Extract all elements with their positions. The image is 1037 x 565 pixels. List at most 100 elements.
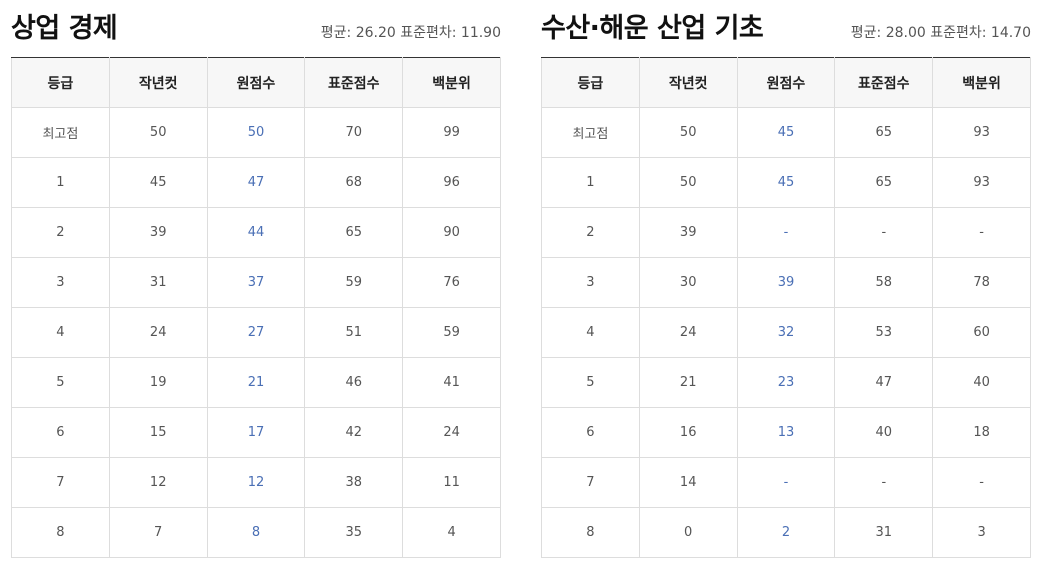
column-header-percentile: 백분위 <box>932 57 1031 108</box>
cell-standard-score: 65 <box>834 157 934 208</box>
cell-percentile: 96 <box>402 157 501 208</box>
column-header-raw-score: 원점수 <box>736 57 836 108</box>
panel-title: 상업 경제 <box>11 13 118 44</box>
cell-last-year-cut: 12 <box>108 457 208 508</box>
panel-title: 수산·해운 산업 기초 <box>541 13 764 44</box>
cell-standard-score: 65 <box>304 207 404 258</box>
cell-last-year-cut: 0 <box>638 507 738 558</box>
grade-panel-fisheries-shipping: 수산·해운 산업 기초 평균: 28.00 표준편차: 14.70 등급 작년컷 원… <box>541 0 1031 558</box>
cell-grade: 최고점 <box>11 107 110 158</box>
table-row: 5 21 23 47 40 <box>541 357 1031 408</box>
table-row: 4 24 27 51 59 <box>11 307 501 358</box>
table-row: 6 16 13 40 18 <box>541 407 1031 458</box>
cell-percentile: 93 <box>932 157 1031 208</box>
cell-standard-score: - <box>834 457 934 508</box>
cell-raw-score: 32 <box>736 307 836 358</box>
cell-percentile: 78 <box>932 257 1031 308</box>
cell-standard-score: 53 <box>834 307 934 358</box>
table-header: 등급 작년컷 원점수 표준점수 백분위 <box>11 57 501 108</box>
column-header-percentile: 백분위 <box>402 57 501 108</box>
cell-standard-score: 70 <box>304 107 404 158</box>
cell-last-year-cut: 14 <box>638 457 738 508</box>
cell-percentile: - <box>932 457 1031 508</box>
cell-last-year-cut: 16 <box>638 407 738 458</box>
cell-grade: 7 <box>11 457 110 508</box>
table-body: 최고점 50 50 70 99 1 45 47 68 96 2 39 44 65 90 3 31 37 59 76 4 2… <box>11 107 501 558</box>
cell-percentile: - <box>932 207 1031 258</box>
table-row: 2 39 44 65 90 <box>11 207 501 258</box>
cell-standard-score: 40 <box>834 407 934 458</box>
cell-raw-score: 39 <box>736 257 836 308</box>
header-row: 등급 작년컷 원점수 표준점수 백분위 <box>11 57 501 108</box>
cell-raw-score: 47 <box>206 157 306 208</box>
cell-standard-score: 58 <box>834 257 934 308</box>
cell-percentile: 11 <box>402 457 501 508</box>
cell-standard-score: 46 <box>304 357 404 408</box>
cell-raw-score: 50 <box>206 107 306 158</box>
cell-raw-score: - <box>736 457 836 508</box>
grade-panel-commerce-economy: 상업 경제 평균: 26.20 표준편차: 11.90 등급 작년컷 원점수 표준점수… <box>11 0 501 558</box>
panel-header: 수산·해운 산업 기초 평균: 28.00 표준편차: 14.70 <box>541 0 1031 57</box>
cell-standard-score: 42 <box>304 407 404 458</box>
cell-percentile: 24 <box>402 407 501 458</box>
table-row: 8 7 8 35 4 <box>11 507 501 558</box>
cell-raw-score: 17 <box>206 407 306 458</box>
table-header: 등급 작년컷 원점수 표준점수 백분위 <box>541 57 1031 108</box>
cell-percentile: 40 <box>932 357 1031 408</box>
cell-raw-score: 45 <box>736 157 836 208</box>
cell-percentile: 60 <box>932 307 1031 358</box>
cell-grade: 8 <box>541 507 640 558</box>
cell-raw-score: - <box>736 207 836 258</box>
cell-raw-score: 2 <box>736 507 836 558</box>
cell-percentile: 76 <box>402 257 501 308</box>
table-row: 8 0 2 31 3 <box>541 507 1031 558</box>
table-row: 7 12 12 38 11 <box>11 457 501 508</box>
cell-standard-score: 51 <box>304 307 404 358</box>
column-header-grade: 등급 <box>541 57 640 108</box>
cell-raw-score: 37 <box>206 257 306 308</box>
table-row: 5 19 21 46 41 <box>11 357 501 408</box>
cell-percentile: 99 <box>402 107 501 158</box>
table-row: 최고점 50 50 70 99 <box>11 107 501 158</box>
table-row: 3 31 37 59 76 <box>11 257 501 308</box>
cell-percentile: 59 <box>402 307 501 358</box>
cell-last-year-cut: 30 <box>638 257 738 308</box>
table-row: 최고점 50 45 65 93 <box>541 107 1031 158</box>
cell-percentile: 18 <box>932 407 1031 458</box>
cell-last-year-cut: 39 <box>108 207 208 258</box>
cell-raw-score: 23 <box>736 357 836 408</box>
cell-last-year-cut: 24 <box>638 307 738 358</box>
cell-grade: 7 <box>541 457 640 508</box>
cell-last-year-cut: 39 <box>638 207 738 258</box>
cell-standard-score: 31 <box>834 507 934 558</box>
cell-grade: 2 <box>11 207 110 258</box>
cell-percentile: 93 <box>932 107 1031 158</box>
cell-last-year-cut: 50 <box>108 107 208 158</box>
column-header-last-year-cut: 작년컷 <box>638 57 738 108</box>
cell-grade: 5 <box>11 357 110 408</box>
table-body: 최고점 50 45 65 93 1 50 45 65 93 2 39- - -3 30 39 58 78 4 24 32… <box>541 107 1031 558</box>
grade-table: 등급 작년컷 원점수 표준점수 백분위 최고점 50 45 65 93 1 50 45 65 93 2 39-… <box>541 57 1031 558</box>
cell-grade: 8 <box>11 507 110 558</box>
cell-raw-score: 12 <box>206 457 306 508</box>
cell-last-year-cut: 21 <box>638 357 738 408</box>
column-header-grade: 등급 <box>11 57 110 108</box>
cell-last-year-cut: 15 <box>108 407 208 458</box>
cell-grade: 5 <box>541 357 640 408</box>
cell-last-year-cut: 7 <box>108 507 208 558</box>
cell-last-year-cut: 45 <box>108 157 208 208</box>
cell-standard-score: 68 <box>304 157 404 208</box>
cell-raw-score: 45 <box>736 107 836 158</box>
panel-header: 상업 경제 평균: 26.20 표준편차: 11.90 <box>11 0 501 57</box>
cell-last-year-cut: 50 <box>638 107 738 158</box>
cell-grade: 3 <box>541 257 640 308</box>
cell-raw-score: 21 <box>206 357 306 408</box>
cell-grade: 3 <box>11 257 110 308</box>
cell-grade: 1 <box>541 157 640 208</box>
cell-standard-score: 35 <box>304 507 404 558</box>
cell-percentile: 4 <box>402 507 501 558</box>
cell-last-year-cut: 50 <box>638 157 738 208</box>
cell-grade: 4 <box>11 307 110 358</box>
cell-percentile: 41 <box>402 357 501 408</box>
cell-last-year-cut: 24 <box>108 307 208 358</box>
